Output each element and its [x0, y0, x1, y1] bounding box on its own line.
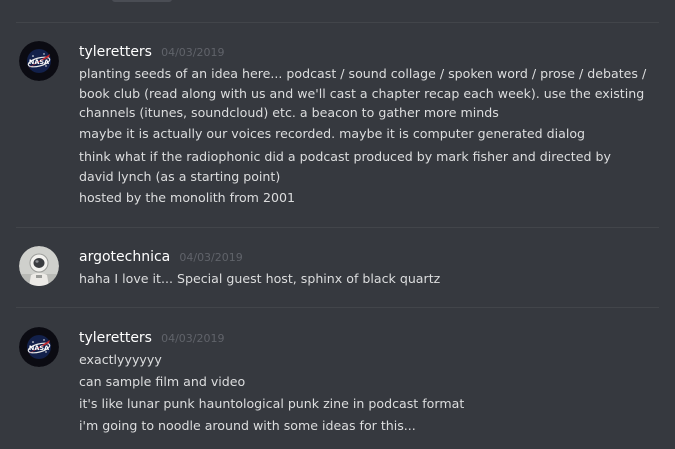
message-header: argotechnica 04/03/2019 — [79, 246, 243, 268]
message-text: maybe it is actually our voices recorded… — [79, 126, 586, 141]
svg-text:NASA: NASA — [29, 58, 49, 66]
message-divider — [16, 22, 659, 23]
message-text: planting seeds of an idea here... podcas… — [79, 66, 647, 120]
timestamp: 04/03/2019 — [161, 332, 225, 345]
message-text: exactlyyyyyy — [79, 352, 162, 367]
user-avatar[interactable]: NASA — [19, 327, 59, 367]
username[interactable]: tyleretters — [79, 330, 152, 346]
user-avatar[interactable] — [19, 246, 59, 286]
message-divider — [16, 227, 659, 228]
svg-text:NASA: NASA — [29, 344, 49, 352]
message-text: i'm going to noodle around with some ide… — [79, 418, 416, 433]
message-text: it's like lunar punk hauntological punk … — [79, 396, 465, 411]
message-header: tyleretters 04/03/2019 — [79, 327, 224, 349]
chat-messages-area[interactable]: NASA tyleretters 04/03/2019 planting see… — [0, 0, 675, 449]
username[interactable]: tyleretters — [79, 44, 152, 60]
message-header: tyleretters 04/03/2019 — [79, 41, 224, 63]
message-text: think what if the radiophonic did a podc… — [79, 149, 611, 184]
message-text: haha I love it... Special guest host, sp… — [79, 271, 441, 286]
user-avatar[interactable]: NASA — [19, 41, 59, 81]
nasa-logo-icon: NASA — [19, 327, 59, 367]
username[interactable]: argotechnica — [79, 249, 170, 265]
message-text: can sample film and video — [79, 374, 246, 389]
timestamp: 04/03/2019 — [179, 251, 243, 264]
timestamp: 04/03/2019 — [161, 46, 225, 59]
astronaut-avatar-icon — [19, 246, 59, 286]
message-divider — [16, 307, 659, 308]
nasa-logo-icon: NASA — [19, 41, 59, 81]
previous-message-remnant — [112, 0, 172, 2]
message-text: hosted by the monolith from 2001 — [79, 190, 295, 205]
